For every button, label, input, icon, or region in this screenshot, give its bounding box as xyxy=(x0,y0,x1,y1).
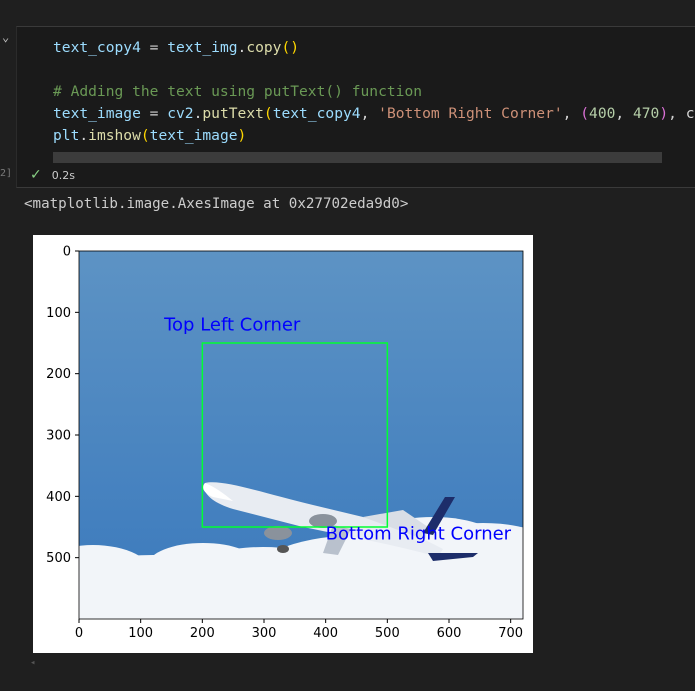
execution-count: 2] xyxy=(0,168,13,179)
y-tick-label: 300 xyxy=(46,429,71,444)
x-tick-label: 500 xyxy=(375,626,400,641)
x-tick-label: 300 xyxy=(252,626,277,641)
y-tick-label: 0 xyxy=(63,245,71,260)
cell-status: ✓ 0.2s xyxy=(30,166,75,184)
x-tick-label: 600 xyxy=(437,626,462,641)
horizontal-scrollbar[interactable] xyxy=(53,152,662,163)
x-tick-label: 700 xyxy=(498,626,523,641)
success-check-icon: ✓ xyxy=(30,167,42,183)
x-tick-label: 200 xyxy=(190,626,215,641)
y-tick-label: 100 xyxy=(46,306,71,321)
x-tick-label: 400 xyxy=(313,626,338,641)
plot-figure: Top Left Corner Bottom Right Corner 0 100 2… xyxy=(33,235,533,653)
annotation-text: Bottom Right Corner xyxy=(326,523,512,544)
scroll-left-icon[interactable]: ◂ xyxy=(30,658,35,668)
output-text: <matplotlib.image.AxesImage at 0x27702ed… xyxy=(24,196,409,212)
y-tick-label: 500 xyxy=(46,551,71,566)
plot-svg: Top Left Corner Bottom Right Corner 0 100 2… xyxy=(46,245,524,641)
execution-time: 0.2s xyxy=(51,168,75,182)
y-tick-label: 400 xyxy=(46,490,71,505)
x-tick-label: 100 xyxy=(128,626,153,641)
collapse-chevron-icon[interactable]: ⌄ xyxy=(2,30,9,44)
code-editor[interactable]: text_copy4 = text_img.copy() # Adding th… xyxy=(53,37,695,147)
image-content xyxy=(79,251,523,619)
annotation-text: Top Left Corner xyxy=(163,315,301,336)
x-tick-label: 0 xyxy=(75,626,83,641)
y-tick-label: 200 xyxy=(46,367,71,382)
code-line: text_copy4 = text_img.copy() xyxy=(53,39,300,56)
code-line: plt.imshow(text_image) xyxy=(53,127,247,144)
code-line: # Adding the text using putText() functi… xyxy=(53,83,423,100)
top-strip xyxy=(0,0,695,26)
code-line: text_image = cv2.putText(text_copy4, 'Bo… xyxy=(53,105,695,122)
